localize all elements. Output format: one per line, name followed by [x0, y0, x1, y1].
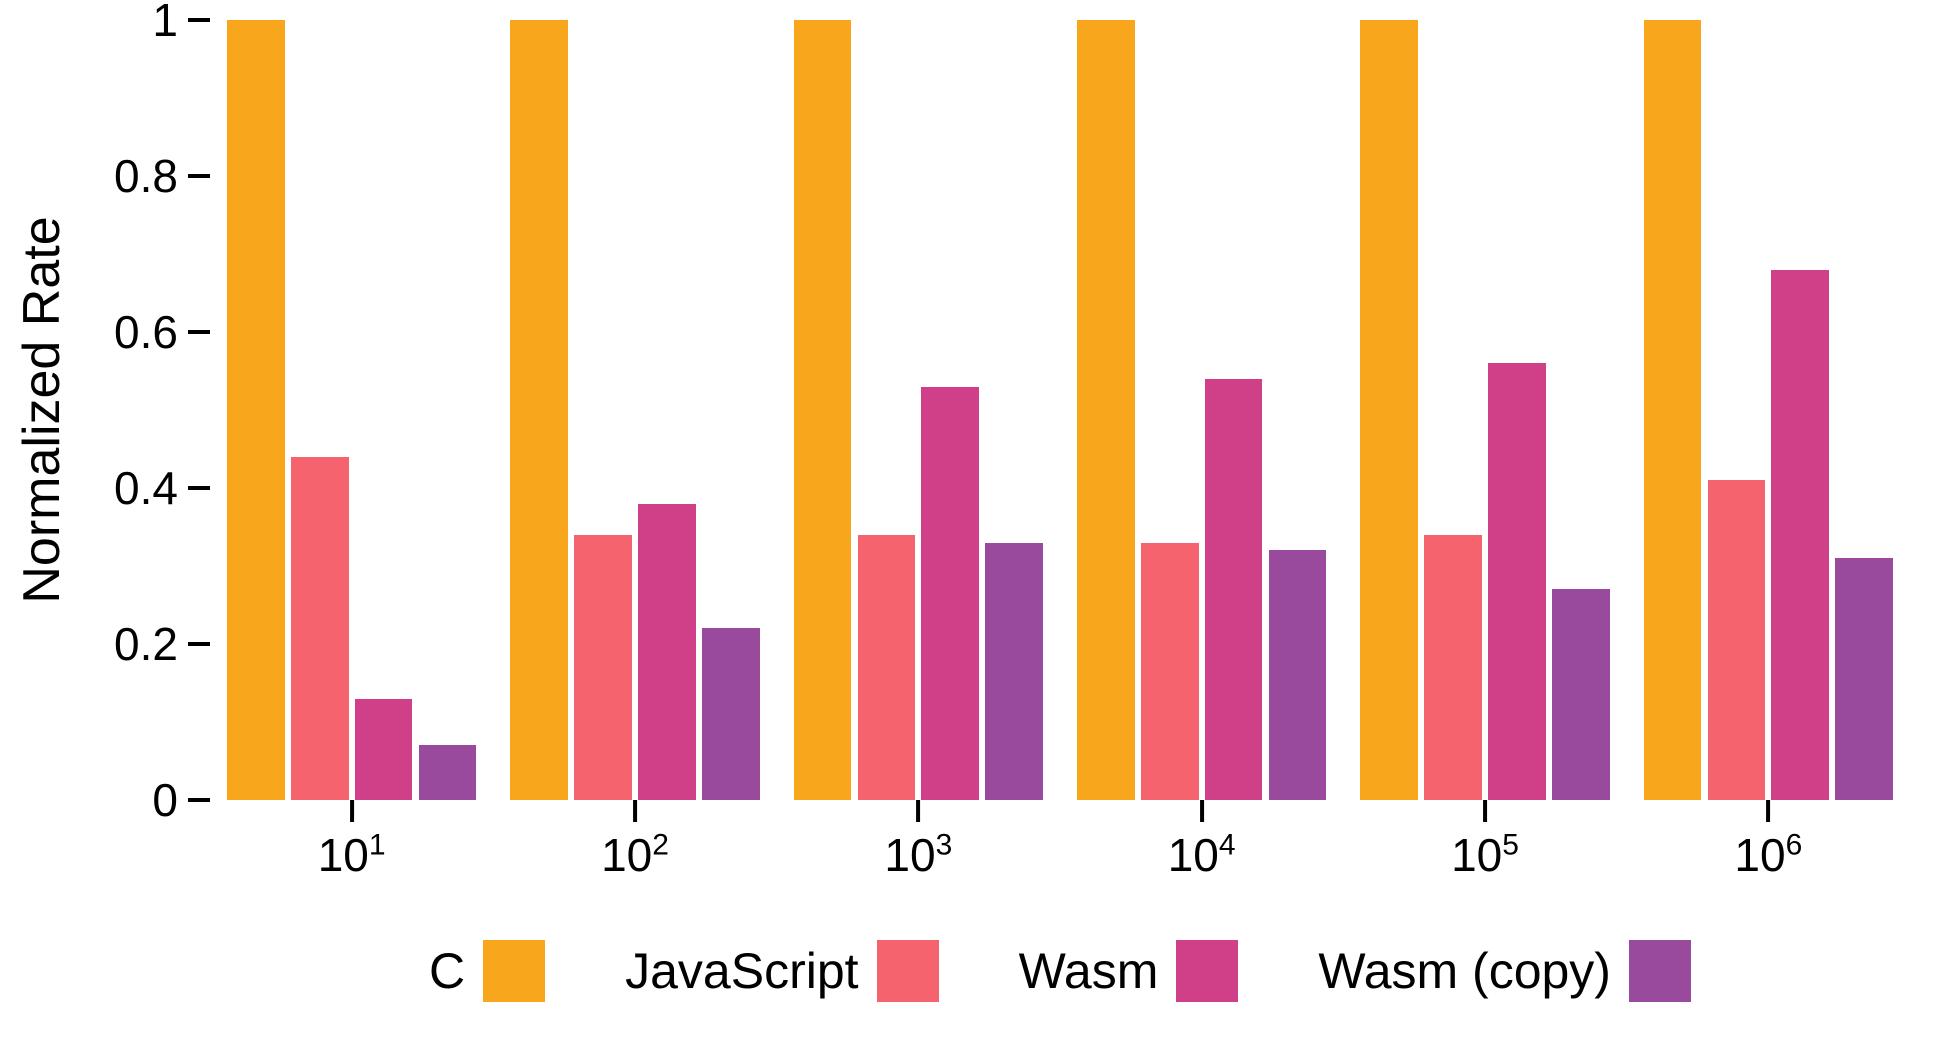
legend-item: JavaScript: [625, 940, 938, 1002]
y-tick-mark: [188, 642, 210, 646]
legend-label: C: [429, 942, 465, 1000]
bar: [1424, 535, 1482, 800]
y-tick: 0.8: [68, 149, 210, 203]
x-tick-label: 103: [884, 828, 952, 882]
legend-item: Wasm (copy): [1318, 940, 1691, 1002]
bar: [1835, 558, 1893, 800]
bar: [1077, 20, 1135, 800]
x-tick-mark: [350, 800, 354, 822]
x-tick-mark: [916, 800, 920, 822]
x-tick-label: 105: [1451, 828, 1519, 882]
y-tick: 0.4: [68, 461, 210, 515]
x-tick: 104: [1168, 800, 1236, 882]
x-tick-label: 106: [1734, 828, 1802, 882]
bar: [858, 535, 916, 800]
y-tick-label: 0.6: [68, 305, 188, 359]
y-tick-mark: [188, 174, 210, 178]
x-tick-label: 101: [318, 828, 386, 882]
y-tick-label: 1: [68, 0, 188, 47]
x-axis-ticks: 101 102 103 104 105 106: [210, 800, 1910, 900]
y-tick: 1: [68, 0, 210, 47]
bar: [227, 20, 285, 800]
bar: [921, 387, 979, 800]
x-tick-mark: [1483, 800, 1487, 822]
bar: [419, 745, 477, 800]
x-tick: 102: [601, 800, 669, 882]
legend-swatch: [1629, 940, 1691, 1002]
legend-swatch: [1176, 940, 1238, 1002]
bar: [702, 628, 760, 800]
y-tick: 0: [68, 773, 210, 827]
x-tick: 101: [318, 800, 386, 882]
y-tick: 0.6: [68, 305, 210, 359]
x-tick: 106: [1734, 800, 1802, 882]
x-tick-label: 102: [601, 828, 669, 882]
y-tick-label: 0: [68, 773, 188, 827]
legend-label: Wasm (copy): [1318, 942, 1611, 1000]
bar: [574, 535, 632, 800]
bar: [291, 457, 349, 800]
bar: [1552, 589, 1610, 800]
bar: [1708, 480, 1766, 800]
bar: [1771, 270, 1829, 800]
x-tick-label: 104: [1168, 828, 1236, 882]
bar: [985, 543, 1043, 800]
plot-area: [210, 20, 1910, 800]
legend-label: JavaScript: [625, 942, 858, 1000]
x-tick-mark: [1766, 800, 1770, 822]
y-tick-mark: [188, 798, 210, 802]
legend-swatch: [483, 940, 545, 1002]
y-axis-title: Normalized Rate: [12, 216, 72, 603]
chart-container: Normalized Rate 0 0.2 0.4 0.6 0.8 1 101 102 103…: [0, 0, 1934, 1042]
legend-item: C: [429, 940, 545, 1002]
y-tick-label: 0.8: [68, 149, 188, 203]
legend-swatch: [877, 940, 939, 1002]
legend-item: Wasm: [1019, 940, 1239, 1002]
y-tick-mark: [188, 18, 210, 22]
legend: C JavaScript Wasm Wasm (copy): [210, 940, 1910, 1002]
bar: [510, 20, 568, 800]
bar: [638, 504, 696, 800]
x-tick: 103: [884, 800, 952, 882]
bar: [1141, 543, 1199, 800]
bar: [794, 20, 852, 800]
bar: [1644, 20, 1702, 800]
y-tick-label: 0.2: [68, 617, 188, 671]
y-axis-ticks: 00.20.40.60.81: [68, 20, 210, 800]
bars-layer: [210, 20, 1910, 800]
x-tick: 105: [1451, 800, 1519, 882]
bar: [1269, 550, 1327, 800]
bar: [1360, 20, 1418, 800]
bar: [1205, 379, 1263, 800]
bar: [1488, 363, 1546, 800]
y-tick: 0.2: [68, 617, 210, 671]
x-tick-mark: [633, 800, 637, 822]
legend-label: Wasm: [1019, 942, 1159, 1000]
bar: [355, 699, 413, 800]
y-tick-mark: [188, 486, 210, 490]
y-tick-label: 0.4: [68, 461, 188, 515]
x-tick-mark: [1200, 800, 1204, 822]
y-tick-mark: [188, 330, 210, 334]
